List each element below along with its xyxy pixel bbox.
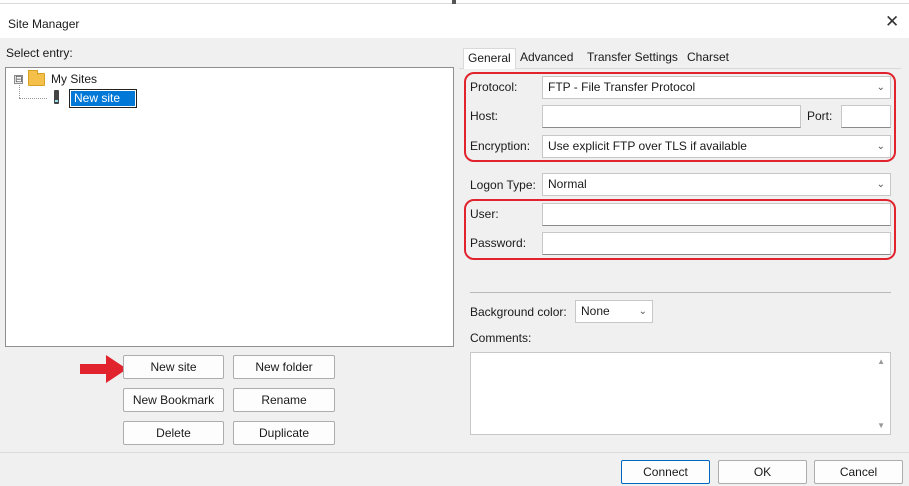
comments-label: Comments: bbox=[470, 331, 532, 345]
chevron-down-icon: ⌄ bbox=[876, 179, 885, 190]
scroll-up-icon[interactable]: ▲ bbox=[877, 357, 885, 366]
top-edge bbox=[0, 0, 909, 4]
close-icon[interactable]: ✕ bbox=[885, 12, 899, 32]
collapse-icon[interactable]: ⊟ bbox=[14, 75, 23, 84]
footer-divider bbox=[0, 452, 909, 453]
port-input[interactable] bbox=[841, 105, 891, 128]
duplicate-button[interactable]: Duplicate bbox=[233, 421, 335, 445]
delete-button[interactable]: Delete bbox=[123, 421, 224, 445]
connect-button[interactable]: Connect bbox=[621, 460, 710, 484]
select-entry-label: Select entry: bbox=[6, 46, 73, 60]
window-title: Site Manager bbox=[8, 17, 80, 31]
protocol-label: Protocol: bbox=[470, 80, 518, 94]
divider bbox=[470, 292, 891, 293]
encryption-select[interactable]: Use explicit FTP over TLS if available ⌄ bbox=[542, 135, 891, 158]
logon-type-value: Normal bbox=[548, 177, 587, 191]
tree-connector bbox=[19, 98, 47, 99]
cancel-button[interactable]: Cancel bbox=[814, 460, 903, 484]
chevron-down-icon: ⌄ bbox=[876, 141, 885, 152]
password-input[interactable] bbox=[542, 232, 891, 255]
host-input[interactable] bbox=[542, 105, 801, 128]
password-label: Password: bbox=[470, 236, 527, 250]
top-edge-mark bbox=[452, 0, 456, 4]
logon-type-label: Logon Type: bbox=[470, 178, 536, 192]
protocol-select[interactable]: FTP - File Transfer Protocol ⌄ bbox=[542, 76, 891, 99]
tab-charset[interactable]: Charset bbox=[683, 48, 733, 69]
port-label: Port: bbox=[807, 109, 833, 123]
tab-advanced[interactable]: Advanced bbox=[516, 48, 577, 69]
user-label: User: bbox=[470, 207, 499, 221]
title-bar bbox=[0, 5, 909, 39]
new-folder-button[interactable]: New folder bbox=[233, 355, 335, 379]
tree-item-my-sites[interactable]: My Sites bbox=[51, 72, 97, 86]
tab-transfer-settings[interactable]: Transfer Settings bbox=[583, 48, 682, 69]
folder-icon bbox=[28, 70, 45, 86]
background-color-select[interactable]: None ⌄ bbox=[575, 300, 653, 323]
encryption-label: Encryption: bbox=[470, 139, 531, 153]
rename-button[interactable]: Rename bbox=[233, 388, 335, 412]
tab-general[interactable]: General bbox=[463, 48, 516, 70]
host-label: Host: bbox=[470, 109, 499, 123]
background-color-value: None bbox=[581, 304, 610, 318]
background-color-label: Background color: bbox=[470, 305, 567, 319]
protocol-value: FTP - File Transfer Protocol bbox=[548, 80, 696, 94]
ok-button[interactable]: OK bbox=[718, 460, 807, 484]
encryption-value: Use explicit FTP over TLS if available bbox=[548, 139, 747, 153]
rename-field[interactable]: New site bbox=[69, 89, 137, 108]
server-icon bbox=[54, 90, 59, 104]
comments-textarea[interactable]: ▲ ▼ bbox=[470, 352, 891, 435]
chevron-down-icon: ⌄ bbox=[638, 306, 647, 317]
chevron-down-icon: ⌄ bbox=[876, 82, 885, 93]
scroll-down-icon[interactable]: ▼ bbox=[877, 421, 885, 430]
tree-item-new-site[interactable]: New site bbox=[71, 91, 135, 106]
user-input[interactable] bbox=[542, 203, 891, 226]
site-tree[interactable]: ⊟ My Sites New site bbox=[5, 67, 454, 347]
red-arrow-icon bbox=[80, 355, 127, 383]
new-site-button[interactable]: New site bbox=[123, 355, 224, 379]
new-bookmark-button[interactable]: New Bookmark bbox=[123, 388, 224, 412]
tree-connector bbox=[19, 85, 20, 98]
logon-type-select[interactable]: Normal ⌄ bbox=[542, 173, 891, 196]
